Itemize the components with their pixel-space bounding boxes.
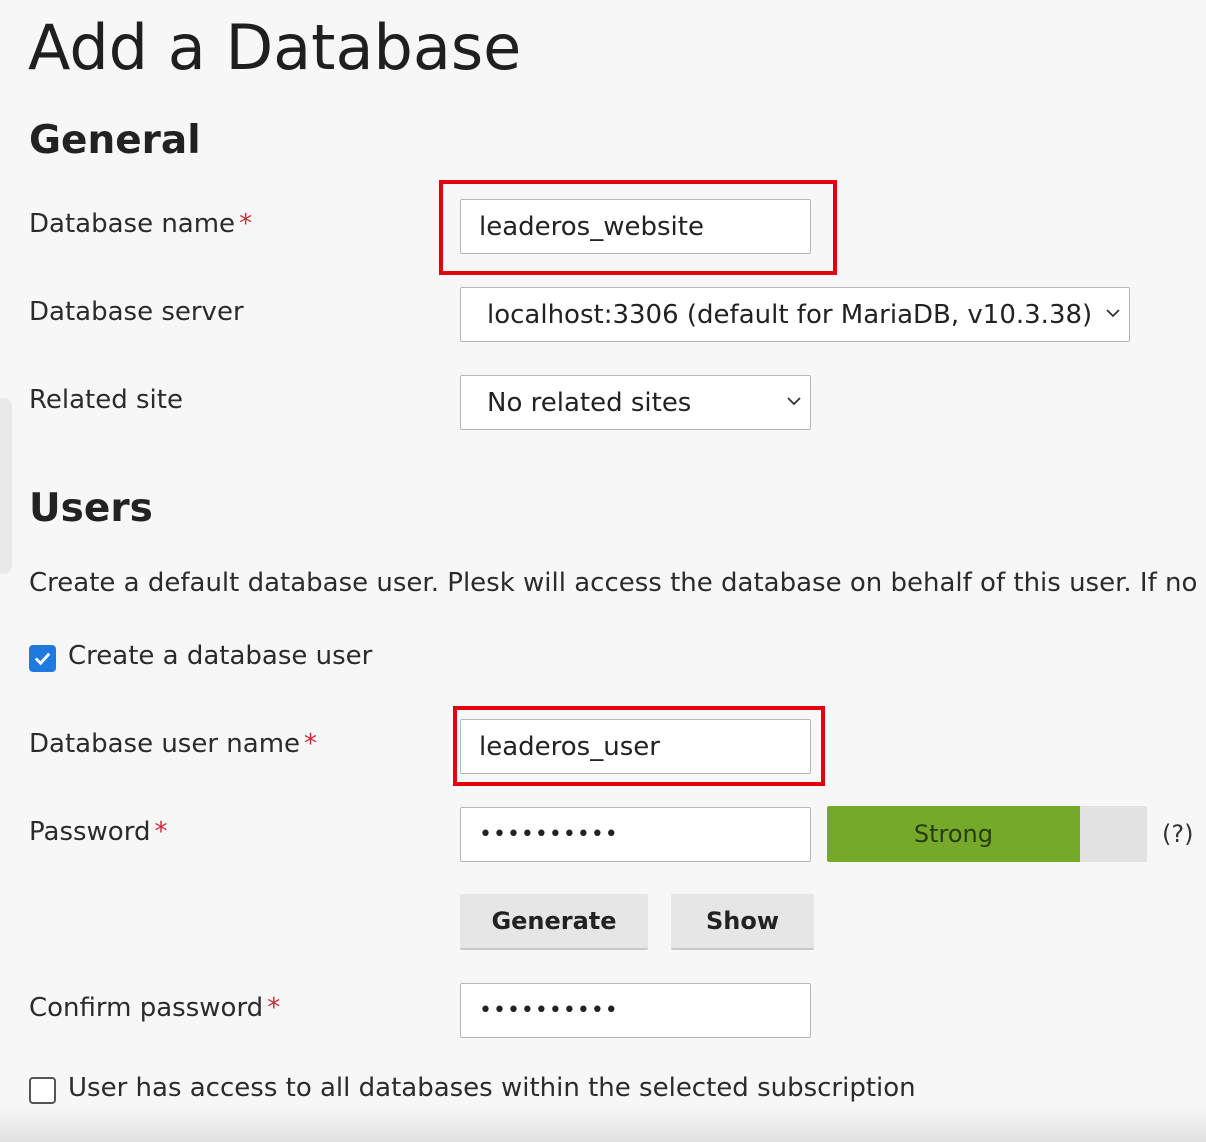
required-mark: *	[154, 817, 168, 847]
checkmark-icon	[34, 652, 51, 666]
database-server-select[interactable]: localhost:3306 (default for MariaDB, v10…	[460, 287, 1130, 342]
database-name-label: Database name *	[29, 209, 252, 239]
database-server-label: Database server	[29, 297, 244, 327]
password-input[interactable]: ••••••••••	[460, 807, 811, 862]
all-databases-checkbox-label[interactable]: User has access to all databases within …	[68, 1073, 916, 1103]
chevron-down-icon	[787, 396, 801, 405]
related-site-select[interactable]: No related sites	[460, 375, 811, 430]
password-label: Password *	[29, 817, 167, 847]
user-name-value: leaderos_user	[479, 731, 660, 762]
confirm-password-masked-value: ••••••••••	[479, 998, 619, 1023]
required-mark: *	[304, 729, 318, 759]
section-heading-general: General	[29, 118, 201, 163]
related-site-selected: No related sites	[487, 387, 692, 418]
database-name-label-text: Database name	[29, 209, 236, 239]
chevron-down-icon	[1106, 308, 1120, 317]
password-strength-label: Strong	[913, 820, 993, 848]
confirm-password-label-text: Confirm password	[29, 993, 264, 1023]
password-masked-value: ••••••••••	[479, 822, 619, 847]
database-name-value: leaderos_website	[479, 211, 704, 242]
password-strength-fill: Strong	[827, 806, 1080, 862]
show-button[interactable]: Show	[671, 894, 814, 950]
create-user-checkbox-label[interactable]: Create a database user	[68, 641, 372, 671]
password-help-link[interactable]: (?)	[1162, 820, 1193, 848]
left-scroll-indicator	[0, 398, 12, 574]
users-description: Create a default database user. Plesk wi…	[29, 568, 1206, 598]
user-name-label: Database user name *	[29, 729, 317, 759]
database-name-input[interactable]: leaderos_website	[460, 199, 811, 254]
bottom-fade	[0, 1106, 1206, 1142]
generate-button[interactable]: Generate	[460, 894, 648, 950]
required-mark: *	[239, 209, 253, 239]
user-name-label-text: Database user name	[29, 729, 301, 759]
page-title: Add a Database	[28, 11, 522, 84]
all-databases-checkbox[interactable]	[29, 1077, 56, 1104]
confirm-password-input[interactable]: ••••••••••	[460, 983, 811, 1038]
password-label-text: Password	[29, 817, 151, 847]
related-site-label: Related site	[29, 385, 183, 415]
user-name-input[interactable]: leaderos_user	[460, 719, 811, 774]
confirm-password-label: Confirm password *	[29, 993, 280, 1023]
create-user-checkbox[interactable]	[29, 645, 56, 672]
required-mark: *	[267, 993, 281, 1023]
section-heading-users: Users	[29, 486, 153, 531]
database-server-selected: localhost:3306 (default for MariaDB, v10…	[487, 299, 1093, 330]
password-strength-meter: Strong	[827, 806, 1147, 862]
